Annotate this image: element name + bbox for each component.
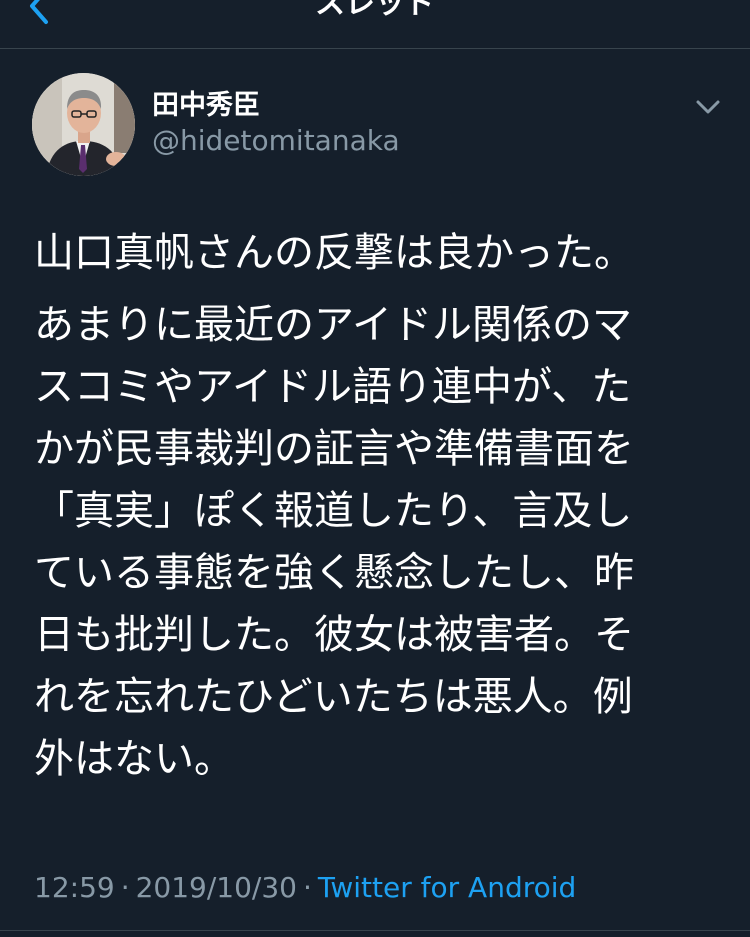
divider bbox=[0, 930, 750, 931]
tweet-date: 2019/10/30 bbox=[135, 871, 297, 904]
thread-screen: スレッド 田中秀臣 @hidetomitanaka 山口真帆さんの反撃は良かった… bbox=[0, 0, 750, 937]
page-title: スレッド bbox=[315, 0, 435, 21]
tweet-source-link[interactable]: Twitter for Android bbox=[318, 871, 576, 904]
tweet-paragraph: あまりに最近のアイドル関係のマ スコミやアイドル語り連中が、た かが民事裁判の証… bbox=[34, 302, 634, 782]
tweet-time: 12:59 bbox=[34, 871, 115, 904]
tweet-paragraph: 山口真帆さんの反撃は良かった。 bbox=[34, 230, 634, 276]
separator: · bbox=[303, 871, 312, 904]
tweet-metadata: 12:59 · 2019/10/30 · Twitter for Android bbox=[34, 868, 576, 908]
chevron-down-icon bbox=[696, 100, 720, 114]
tweet-options-button[interactable] bbox=[692, 93, 724, 121]
separator: · bbox=[120, 871, 130, 904]
avatar-image bbox=[32, 73, 135, 176]
author-display-name[interactable]: 田中秀臣 bbox=[152, 90, 260, 122]
author-handle[interactable]: @hidetomitanaka bbox=[152, 124, 400, 158]
nav-bar: スレッド bbox=[0, 0, 750, 49]
avatar[interactable] bbox=[32, 73, 135, 176]
tweet-text: 山口真帆さんの反撃は良かった。 あまりに最近のアイドル関係のマ スコミやアイドル… bbox=[34, 222, 714, 790]
